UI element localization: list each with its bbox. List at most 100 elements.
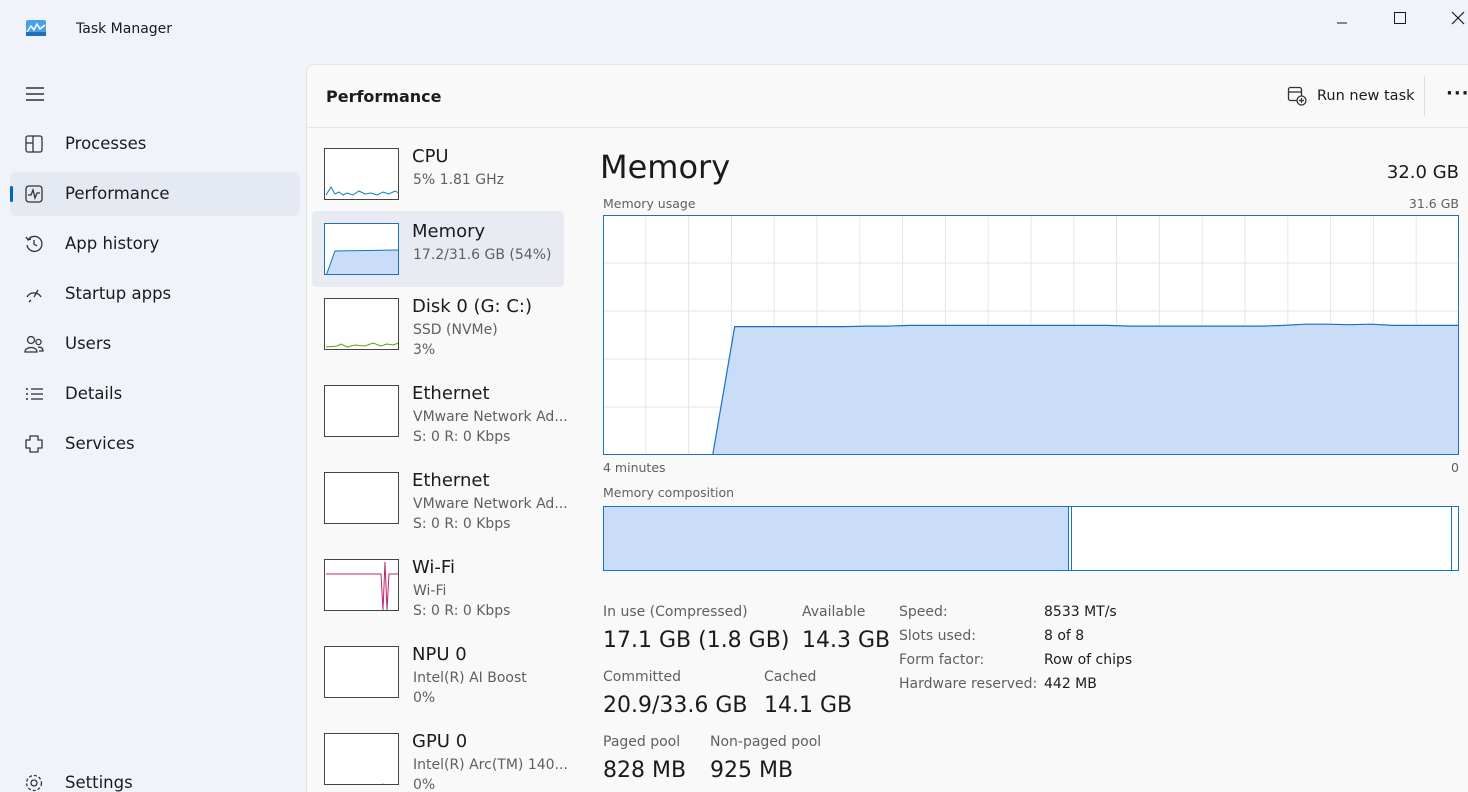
nav-app-history[interactable]: App history xyxy=(10,222,300,266)
run-new-task-button[interactable]: Run new task xyxy=(1287,84,1415,108)
in-use-label: In use (Compressed) xyxy=(603,604,748,620)
startup-icon xyxy=(26,289,42,303)
nav-performance[interactable]: Performance xyxy=(10,172,300,216)
memory-composition-bar[interactable] xyxy=(603,506,1459,571)
details-icon xyxy=(26,388,43,400)
maximize-icon xyxy=(1394,12,1406,24)
memory-composition-label: Memory composition xyxy=(603,485,735,500)
device-thumbnail-line xyxy=(382,783,384,784)
device-thumbnail-graph xyxy=(324,298,399,350)
device-thumbnail-line xyxy=(325,473,399,524)
hamburger-menu-icon[interactable] xyxy=(24,84,46,104)
device-name: Disk 0 (G: C:) xyxy=(412,296,532,317)
more-options-icon[interactable]: ··· xyxy=(1446,83,1468,104)
device-thumbnail-line xyxy=(325,386,399,437)
nonpaged-pool-value: 925 MB xyxy=(710,758,794,783)
history-icon xyxy=(25,235,43,253)
device-thumbnail-line xyxy=(325,647,399,698)
device-thumbnail-line xyxy=(326,561,398,610)
device-detail: 17.2/31.6 GB (54%) xyxy=(413,247,552,263)
device-detail: VMware Network Ad... xyxy=(413,409,568,425)
hardware-reserved-label: Hardware reserved: xyxy=(899,676,1038,692)
nav-label: Processes xyxy=(65,134,147,153)
hardware-reserved-value: 442 MB xyxy=(1044,676,1097,692)
slots-used-label: Slots used: xyxy=(899,628,976,644)
device-thumbnail-line xyxy=(325,186,398,196)
maximize-button[interactable] xyxy=(1380,6,1420,30)
window-title: Task Manager xyxy=(76,21,173,37)
device-thumbnail-graph xyxy=(324,148,399,200)
device-thumbnail-graph xyxy=(324,646,399,698)
memory-usage-max: 31.6 GB xyxy=(1408,196,1459,211)
nav-label: Settings xyxy=(65,773,133,792)
device-thumbnail-graph xyxy=(324,559,399,611)
thumbnail-fill xyxy=(326,250,398,274)
header-separator xyxy=(1424,76,1425,116)
speed-label: Speed: xyxy=(899,604,948,620)
device-item-wi-fi-5[interactable]: Wi-Fi Wi-Fi S: 0 R: 0 Kbps xyxy=(312,547,564,623)
device-item-npu-0-6[interactable]: NPU 0 Intel(R) AI Boost 0% xyxy=(312,634,564,710)
form-factor-value: Row of chips xyxy=(1044,652,1133,668)
nav-label: Performance xyxy=(65,184,170,203)
device-detail: Intel(R) Arc(TM) 140... xyxy=(413,757,568,773)
device-item-memory-1[interactable]: Memory 17.2/31.6 GB (54%) xyxy=(312,211,564,287)
device-thumbnail-graph xyxy=(324,385,399,437)
thumbnail-line xyxy=(326,561,398,610)
nav-label: Startup apps xyxy=(65,284,172,303)
performance-icon xyxy=(25,185,43,203)
memory-usage-label: Memory usage xyxy=(603,196,696,211)
thumbnail-line xyxy=(325,186,398,196)
device-thumbnail-line xyxy=(325,342,398,348)
memory-total: 32.0 GB xyxy=(1386,162,1459,183)
device-item-ethernet-3[interactable]: Ethernet VMware Network Ad... S: 0 R: 0 Kb… xyxy=(312,373,568,449)
time-start-label: 4 minutes xyxy=(603,460,666,475)
device-name: Memory xyxy=(412,221,486,242)
standby-segment[interactable] xyxy=(1071,507,1452,570)
device-detail: S: 0 R: 0 Kbps xyxy=(413,516,511,532)
nav-users[interactable]: Users xyxy=(10,322,300,366)
committed-value: 20.9/33.6 GB xyxy=(603,693,748,718)
device-item-ethernet-4[interactable]: Ethernet VMware Network Ad... S: 0 R: 0 Kb… xyxy=(312,460,568,536)
nav-startup-apps[interactable]: Startup apps xyxy=(10,272,300,316)
device-detail: S: 0 R: 0 Kbps xyxy=(413,603,511,619)
slots-used-value: 8 of 8 xyxy=(1044,628,1085,644)
device-item-cpu-0[interactable]: CPU 5% 1.81 GHz xyxy=(312,136,564,212)
device-detail: Intel(R) AI Boost xyxy=(413,670,527,686)
run-new-task-label: Run new task xyxy=(1317,88,1415,104)
processes-icon xyxy=(25,135,43,153)
device-name: CPU xyxy=(412,146,449,167)
nav-processes[interactable]: Processes xyxy=(10,122,300,166)
in-use-segment[interactable] xyxy=(604,507,1070,570)
device-thumbnail-graph xyxy=(324,733,399,785)
form-factor-label: Form factor: xyxy=(899,652,985,668)
nav-label: Users xyxy=(65,334,112,353)
device-item-disk-0-g-c-2[interactable]: Disk 0 (G: C:) SSD (NVMe) 3% xyxy=(312,286,564,362)
in-use-value: 17.1 GB (1.8 GB) xyxy=(603,628,790,653)
page-title: Performance xyxy=(326,87,442,106)
device-thumbnail-graph xyxy=(324,223,399,275)
speed-value: 8533 MT/s xyxy=(1044,604,1117,620)
device-detail: Wi-Fi xyxy=(413,583,447,599)
nav-label: Services xyxy=(65,434,135,453)
task-manager-logo-icon xyxy=(26,20,46,36)
close-button[interactable] xyxy=(1438,6,1468,30)
close-icon xyxy=(1451,11,1465,25)
device-detail: 3% xyxy=(413,342,436,358)
available-label: Available xyxy=(802,604,866,620)
nav-label: App history xyxy=(65,234,160,253)
device-name: Wi-Fi xyxy=(412,557,455,578)
cached-value: 14.1 GB xyxy=(764,693,853,718)
minimize-button[interactable] xyxy=(1322,6,1362,30)
thumbnail-line xyxy=(382,783,384,784)
nav-settings[interactable]: Settings xyxy=(10,761,300,792)
users-icon xyxy=(24,335,44,353)
device-name: GPU 0 xyxy=(412,731,468,752)
device-detail: 0% xyxy=(413,690,436,706)
nav-services[interactable]: Services xyxy=(10,422,300,466)
nav-details[interactable]: Details xyxy=(10,372,300,416)
free-segment[interactable] xyxy=(1452,507,1458,570)
memory-title: Memory xyxy=(600,148,731,186)
thumbnail-line xyxy=(325,342,398,348)
available-value: 14.3 GB xyxy=(802,628,891,653)
device-item-gpu-0-7[interactable]: GPU 0 Intel(R) Arc(TM) 140... 0% xyxy=(312,721,568,792)
